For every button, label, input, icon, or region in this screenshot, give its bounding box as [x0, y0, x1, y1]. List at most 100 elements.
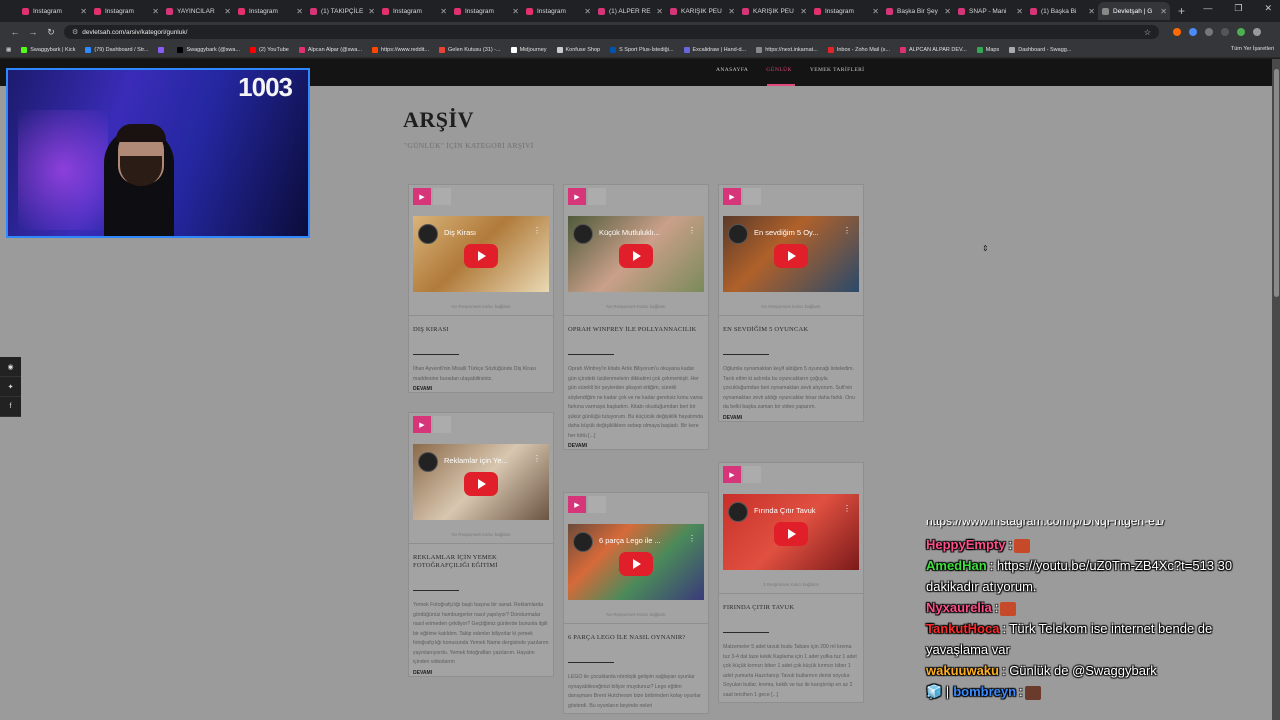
- channel-avatar[interactable]: [573, 532, 593, 552]
- new-tab-icon[interactable]: +: [1178, 4, 1185, 18]
- profile-avatar[interactable]: [1237, 28, 1245, 36]
- browser-tab[interactable]: (1) Başka Bi ✕: [1026, 2, 1098, 20]
- site-info-icon[interactable]: ⚙: [72, 28, 78, 36]
- browser-tab[interactable]: Instagram ✕: [522, 2, 594, 20]
- read-more-link[interactable]: DEVAMI: [413, 670, 549, 676]
- channel-avatar[interactable]: [418, 452, 438, 472]
- bookmark-item[interactable]: S Sport Plus-İstediği...: [610, 46, 674, 53]
- extension-icon[interactable]: [1173, 28, 1181, 36]
- browser-tab[interactable]: Instagram ✕: [90, 2, 162, 20]
- bookmark-item[interactable]: (2) YouTube: [250, 46, 289, 53]
- page-scrollbar[interactable]: [1272, 59, 1280, 720]
- channel-avatar[interactable]: [728, 224, 748, 244]
- tab-close-icon[interactable]: ✕: [1160, 7, 1167, 16]
- bookmark-item[interactable]: Swaggybark (@swa...: [177, 46, 240, 53]
- extensions-puzzle-icon[interactable]: [1205, 28, 1213, 36]
- minimize-icon[interactable]: —: [1203, 3, 1212, 14]
- youtube-play-icon[interactable]: [774, 522, 808, 546]
- video-title[interactable]: Fırında Çıtır Tavuk: [754, 506, 816, 515]
- nav-home[interactable]: ANASAYFA: [716, 67, 748, 73]
- tab-close-icon[interactable]: ✕: [872, 7, 879, 16]
- browser-tab[interactable]: Başka Bir Şey ✕: [882, 2, 954, 20]
- post-meta[interactable]: 3 Responses Kalıcı bağlantı: [719, 582, 863, 587]
- tab-close-icon[interactable]: ✕: [296, 7, 303, 16]
- bookmark-item[interactable]: https://next.inkarnat...: [756, 46, 818, 53]
- post-meta[interactable]: No Responses Kalıcı bağlantı: [564, 304, 708, 309]
- tab-close-icon[interactable]: ✕: [800, 7, 807, 16]
- youtube-embed[interactable]: Fırında Çıtır Tavuk ⋮: [723, 494, 859, 570]
- more-options-icon[interactable]: ⋮: [843, 504, 851, 513]
- video-title[interactable]: Küçük Mutluluklı...: [599, 228, 660, 237]
- bookmark-item[interactable]: Konfuse Shop: [556, 46, 600, 53]
- video-title[interactable]: En sevdiğim 5 Oy...: [754, 228, 818, 237]
- youtube-play-icon[interactable]: [464, 472, 498, 496]
- tab-close-icon[interactable]: ✕: [80, 7, 87, 16]
- browser-tab[interactable]: SNAP - Mani ✕: [954, 2, 1026, 20]
- twitter-icon[interactable]: ✦: [0, 377, 21, 397]
- bookmark-item[interactable]: Alpcan Alpar (@swa...: [298, 46, 362, 53]
- forward-icon[interactable]: →: [24, 27, 42, 37]
- bookmark-item[interactable]: Excalidraw | Hand-d...: [683, 46, 746, 53]
- extension-icon[interactable]: [1189, 28, 1197, 36]
- more-options-icon[interactable]: ⋮: [688, 226, 696, 235]
- bookmark-item[interactable]: Inbox - Zoho Mail (s...: [827, 46, 890, 53]
- youtube-embed[interactable]: En sevdiğim 5 Oy... ⋮: [723, 216, 859, 292]
- post-title[interactable]: EN SEVDİĞİM 5 OYUNCAK: [723, 326, 859, 334]
- tab-close-icon[interactable]: ✕: [728, 7, 735, 16]
- youtube-embed[interactable]: Küçük Mutluluklı... ⋮: [568, 216, 704, 292]
- read-more-link[interactable]: DEVAMI: [413, 386, 549, 392]
- browser-tab[interactable]: (1) ALPER RE ✕: [594, 2, 666, 20]
- menu-icon[interactable]: [1253, 28, 1261, 36]
- browser-tab[interactable]: Instagram ✕: [378, 2, 450, 20]
- youtube-play-icon[interactable]: [619, 552, 653, 576]
- bookmark-item[interactable]: ALPCAN ALPAR DEV...: [899, 46, 967, 53]
- video-format-icon[interactable]: ▶: [723, 188, 741, 205]
- more-options-icon[interactable]: ⋮: [533, 226, 541, 235]
- video-title[interactable]: Reklamlar için Ye...: [444, 456, 508, 465]
- bookmark-item[interactable]: Dashboard - Swagg...: [1009, 46, 1071, 53]
- tab-close-icon[interactable]: ✕: [656, 7, 663, 16]
- post-meta[interactable]: No Responses Kalıcı bağlantı: [409, 532, 553, 537]
- read-more-link[interactable]: DEVAMI: [723, 415, 859, 421]
- close-window-icon[interactable]: ✕: [1264, 3, 1272, 14]
- tab-close-icon[interactable]: ✕: [1016, 7, 1023, 16]
- browser-tab[interactable]: KARIŞIK PEU ✕: [738, 2, 810, 20]
- youtube-embed[interactable]: Diş Kirası ⋮: [413, 216, 549, 292]
- tab-close-icon[interactable]: ✕: [584, 7, 591, 16]
- maximize-icon[interactable]: ❐: [1234, 3, 1242, 14]
- channel-avatar[interactable]: [418, 224, 438, 244]
- video-title[interactable]: Diş Kirası: [444, 228, 476, 237]
- more-options-icon[interactable]: ⋮: [688, 534, 696, 543]
- channel-avatar[interactable]: [728, 502, 748, 522]
- channel-avatar[interactable]: [573, 224, 593, 244]
- bookmark-star-icon[interactable]: ☆: [1144, 28, 1151, 37]
- post-meta[interactable]: No Responses Kalıcı bağlantı: [409, 304, 553, 309]
- youtube-play-icon[interactable]: [774, 244, 808, 268]
- video-format-icon[interactable]: ▶: [723, 466, 741, 483]
- video-title[interactable]: 6 parça Lego ile ...: [599, 536, 661, 545]
- tab-close-icon[interactable]: ✕: [512, 7, 519, 16]
- all-bookmarks[interactable]: Tüm Yer İşaretleri: [1231, 46, 1274, 52]
- post-title[interactable]: OPRAH WINFREY İLE POLLYANNACILIK: [568, 326, 704, 334]
- back-icon[interactable]: ←: [6, 27, 24, 37]
- bookmark-item[interactable]: Midjourney: [510, 46, 547, 53]
- post-meta[interactable]: No Responses Kalıcı bağlantı: [719, 304, 863, 309]
- youtube-embed[interactable]: Reklamlar için Ye... ⋮: [413, 444, 549, 520]
- more-options-icon[interactable]: ⋮: [843, 226, 851, 235]
- download-icon[interactable]: [1221, 28, 1229, 36]
- post-title[interactable]: REKLAMLAR İÇİN YEMEK FOTOĞRAFÇILIĞI EĞİT…: [413, 554, 549, 570]
- browser-tab[interactable]: Devletşah | G ✕: [1098, 2, 1170, 20]
- youtube-play-icon[interactable]: [464, 244, 498, 268]
- url-input[interactable]: ⚙ devletsah.com/arsiv/kategori/gunluk/ ☆: [64, 25, 1159, 39]
- read-more-link[interactable]: DEVAMI: [568, 443, 704, 449]
- youtube-play-icon[interactable]: [619, 244, 653, 268]
- tab-close-icon[interactable]: ✕: [368, 7, 375, 16]
- more-options-icon[interactable]: ⋮: [533, 454, 541, 463]
- browser-tab[interactable]: KARIŞIK PEU ✕: [666, 2, 738, 20]
- tab-close-icon[interactable]: ✕: [944, 7, 951, 16]
- tab-close-icon[interactable]: ✕: [440, 7, 447, 16]
- tab-close-icon[interactable]: ✕: [1088, 7, 1095, 16]
- post-title[interactable]: 6 PARÇA LEGO İLE NASIL OYNANIR?: [568, 634, 704, 642]
- bookmark-item[interactable]: (79) Dashboard / Str...: [85, 46, 148, 53]
- scrollbar-thumb[interactable]: [1274, 69, 1279, 297]
